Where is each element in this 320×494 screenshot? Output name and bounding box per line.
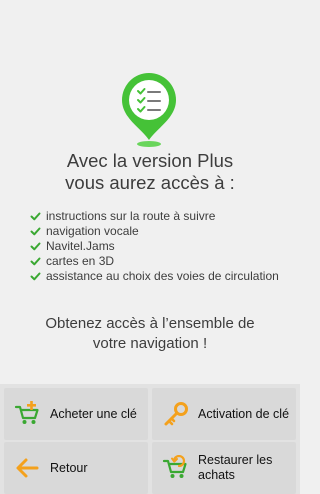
feature-item: Navitel.Jams [30,239,285,254]
checklist-pin-icon [122,73,176,147]
feature-text: assistance au choix des voies de circula… [46,269,279,283]
cta-line-1: Obtenez accès à l’ensemble de [45,315,255,332]
feature-item: assistance au choix des voies de circula… [30,269,285,284]
buy-key-label: Acheter une clé [50,406,137,421]
cta-line-2: votre navigation ! [92,335,208,352]
feature-text: cartes en 3D [46,254,115,268]
back-button[interactable]: Retour [4,442,148,494]
feature-text: Navitel.Jams [46,239,115,253]
checkmark-icon [30,227,41,236]
call-to-action: Obtenez accès à l’ensemble de votre navi… [0,314,300,354]
feature-item: instructions sur la route à suivre [30,209,285,224]
activate-key-label: Activation de clé [198,406,290,421]
headline-line-1: Avec la version Plus [66,150,234,171]
buy-key-button[interactable]: Acheter une clé [4,388,148,440]
arrow-left-icon [16,458,39,478]
checkmark-icon [30,212,41,221]
back-label: Retour [50,460,88,475]
restore-purchases-button[interactable]: Restaurer les achats [152,442,296,494]
checkmark-icon [30,242,41,251]
key-icon [164,402,188,426]
checkmark-icon [30,272,41,281]
promo-headline: Avec la version Plus vous aurez accès à … [0,150,300,194]
cart-restore-icon [162,455,187,478]
feature-item: cartes en 3D [30,254,285,269]
promo-panel: Avec la version Plus vous aurez accès à … [0,0,300,380]
feature-list: instructions sur la route à suivre navig… [30,209,285,284]
cart-add-icon [14,401,39,424]
feature-text: navigation vocale [46,224,139,238]
feature-text: instructions sur la route à suivre [46,209,216,223]
button-panel: Acheter une clé Activation de clé Retour… [0,384,300,494]
restore-purchases-label: Restaurer les achats [198,453,273,482]
checkmark-icon [30,257,41,266]
feature-item: navigation vocale [30,224,285,239]
activate-key-button[interactable]: Activation de clé [152,388,296,440]
headline-line-2: vous aurez accès à : [65,172,235,193]
